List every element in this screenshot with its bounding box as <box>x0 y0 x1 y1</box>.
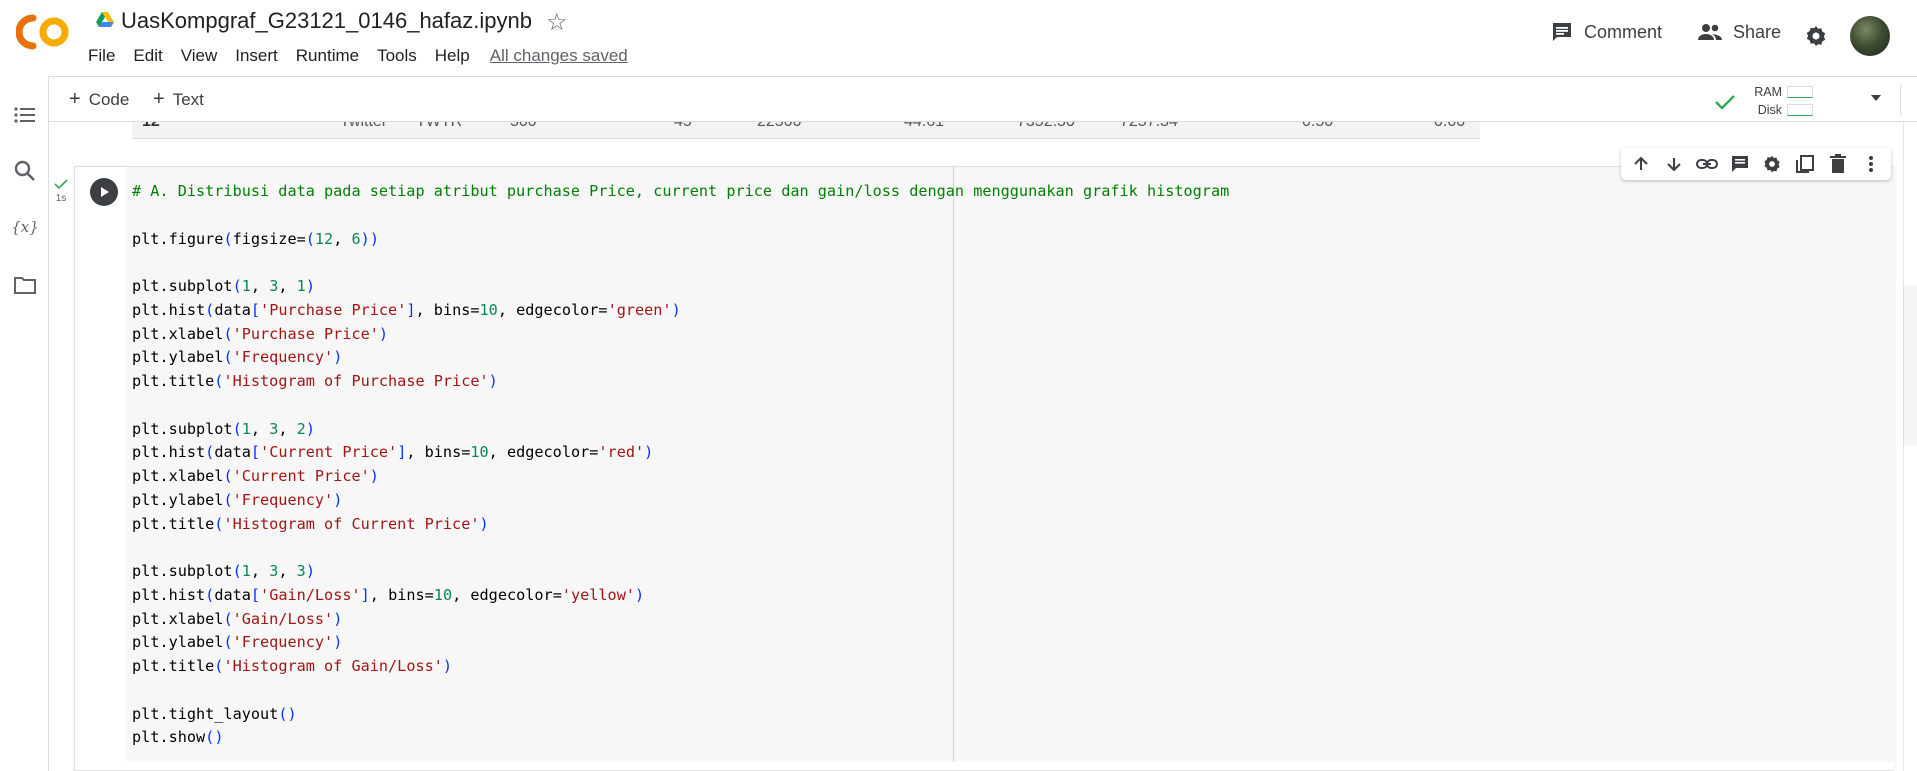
chevron-down-icon[interactable] <box>1869 93 1883 103</box>
settings-icon[interactable] <box>1761 153 1783 175</box>
menu-file[interactable]: File <box>88 46 115 66</box>
more-icon[interactable] <box>1860 153 1882 175</box>
search-icon[interactable] <box>12 158 38 184</box>
plus-icon: + <box>69 88 81 110</box>
cell-gutter <box>75 167 126 770</box>
scrollbar-thumb[interactable] <box>1903 285 1917 445</box>
code-line: plt.subplot(1, 3, 3) <box>132 562 315 580</box>
code-line: plt.hist(data['Purchase Price'], bins=10… <box>132 300 681 319</box>
table-cell: TWTR <box>416 122 462 131</box>
disk-label: Disk <box>1757 103 1782 117</box>
code-line: plt.ylabel('Frequency') <box>132 490 343 509</box>
add-code-button[interactable]: + Code <box>69 88 129 111</box>
folder-icon[interactable] <box>12 272 38 298</box>
code-line: plt.title('Histogram of Current Price') <box>132 514 489 533</box>
comment-label: Comment <box>1584 21 1663 42</box>
previous-output-table: 12 Twitter TWTR 500 45 22500 44.61 7352.… <box>132 122 1480 139</box>
code-line: plt.tight_layout() <box>132 704 297 723</box>
left-sidebar: {x} <box>0 76 49 771</box>
mirror-cell-icon[interactable] <box>1794 153 1816 175</box>
notebook-title[interactable]: UasKompgraf_G23121_0146_hafaz.ipynb <box>121 8 532 34</box>
success-check-icon <box>54 179 68 190</box>
share-button[interactable]: Share <box>1697 20 1781 44</box>
add-text-label: Text <box>172 89 204 109</box>
code-line: plt.hist(data['Gain/Loss'], bins=10, edg… <box>132 585 645 604</box>
code-line: plt.xlabel('Current Price') <box>132 467 379 485</box>
table-cell: 12 <box>142 122 160 131</box>
plus-icon: + <box>153 88 165 110</box>
table-cell: 0.50 <box>1302 122 1333 131</box>
execution-status: 1s <box>54 178 68 204</box>
variables-icon[interactable]: {x} <box>12 214 38 240</box>
code-line: plt.hist(data['Current Price'], bins=10,… <box>132 443 654 462</box>
notebook-scroll-track <box>1903 122 1917 771</box>
menu-edit[interactable]: Edit <box>133 46 162 66</box>
code-line: plt.subplot(1, 3, 2) <box>132 419 315 438</box>
move-up-icon[interactable] <box>1630 153 1652 175</box>
header: UasKompgraf_G23121_0146_hafaz.ipynb ☆ Fi… <box>0 0 1917 76</box>
star-icon[interactable]: ☆ <box>546 8 568 37</box>
menu-view[interactable]: View <box>181 46 218 66</box>
code-cell[interactable]: # A. Distribusi data pada setiap atribut… <box>74 166 1895 771</box>
menu-tools[interactable]: Tools <box>377 46 417 66</box>
code-line: plt.title('Histogram of Gain/Loss') <box>132 657 453 675</box>
add-code-label: Code <box>88 89 130 109</box>
play-icon <box>101 187 109 197</box>
table-cell: 22500 <box>757 122 802 131</box>
table-cell: 45 <box>674 122 692 131</box>
comment-icon <box>1553 23 1571 41</box>
code-line: plt.title('Histogram of Purchase Price') <box>132 372 498 390</box>
exec-time: 1s <box>55 193 67 204</box>
menu-help[interactable]: Help <box>435 46 470 66</box>
save-status[interactable]: All changes saved <box>490 46 628 66</box>
menu-insert[interactable]: Insert <box>235 46 278 66</box>
code-line: plt.show() <box>132 728 224 747</box>
code-line: plt.subplot(1, 3, 1) <box>132 277 315 295</box>
menu-bar: File Edit View Insert Runtime Tools Help… <box>88 46 628 66</box>
code-line: plt.figure(figsize=(12, 6)) <box>132 229 379 248</box>
code-editor[interactable]: # A. Distribusi data pada setiap atribut… <box>126 167 1895 762</box>
share-label: Share <box>1733 21 1782 42</box>
add-text-button[interactable]: + Text <box>153 88 204 111</box>
comment-button[interactable]: Comment <box>1550 20 1662 44</box>
avatar[interactable] <box>1850 16 1890 56</box>
run-cell-button[interactable] <box>90 178 118 206</box>
cell-toolbar <box>1621 148 1891 180</box>
table-cell: Twitter <box>340 122 387 131</box>
ram-usage-bar <box>1787 86 1813 98</box>
code-text[interactable]: # A. Distribusi data pada setiap atribut… <box>132 180 1229 750</box>
menu-runtime[interactable]: Runtime <box>296 46 359 66</box>
disk-usage-bar <box>1787 104 1813 116</box>
colab-logo[interactable] <box>16 14 72 50</box>
code-line: # A. Distribusi data pada setiap atribut… <box>132 182 1230 200</box>
move-down-icon[interactable] <box>1663 153 1685 175</box>
delete-icon[interactable] <box>1827 153 1849 175</box>
settings-gear-icon[interactable] <box>1804 24 1828 48</box>
code-line: plt.ylabel('Frequency') <box>132 348 343 367</box>
svg-text:{x}: {x} <box>12 218 38 236</box>
people-icon <box>1698 24 1722 40</box>
notebook-toolbar: + Code + Text RAM Disk <box>49 76 1917 122</box>
code-line: plt.xlabel('Purchase Price') <box>132 324 389 343</box>
ram-label: RAM <box>1754 85 1782 99</box>
connected-check-icon <box>1715 95 1735 110</box>
table-cell: 500 <box>510 122 537 131</box>
table-cell: 0.00 <box>1434 122 1465 131</box>
table-cell: 7352.50 <box>1017 122 1075 131</box>
ram-disk-labels: RAM Disk <box>1742 83 1782 119</box>
toolbar-divider <box>1900 85 1901 115</box>
table-cell: 7257.34 <box>1120 122 1178 131</box>
toc-icon[interactable] <box>12 102 38 128</box>
google-drive-icon[interactable] <box>96 12 114 28</box>
code-line: plt.ylabel('Frequency') <box>132 633 343 652</box>
code-line: plt.xlabel('Gain/Loss') <box>132 609 343 628</box>
table-cell: 44.61 <box>904 122 944 131</box>
comment-icon[interactable] <box>1729 153 1751 175</box>
link-icon[interactable] <box>1695 153 1718 175</box>
